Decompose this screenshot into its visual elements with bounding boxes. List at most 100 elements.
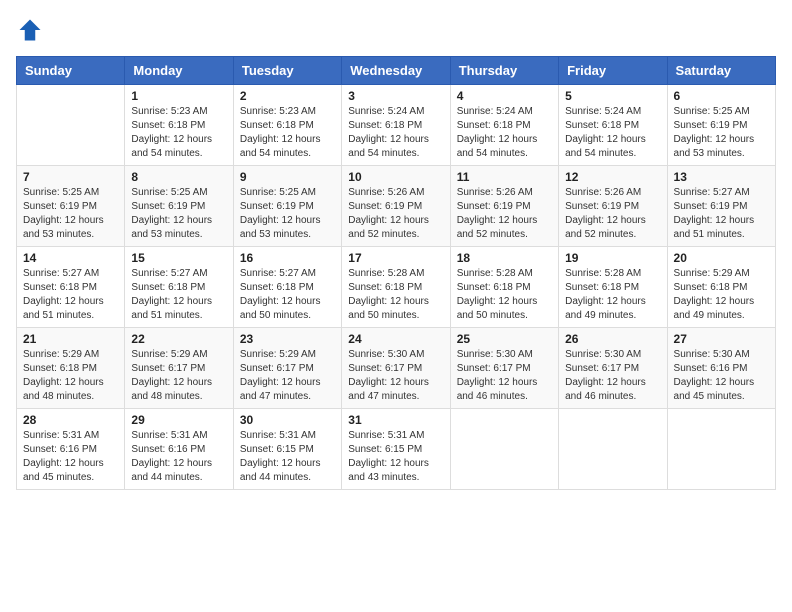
calendar-header-friday: Friday (559, 57, 667, 85)
calendar-header-row: SundayMondayTuesdayWednesdayThursdayFrid… (17, 57, 776, 85)
day-info: Sunrise: 5:31 AMSunset: 6:15 PMDaylight:… (240, 429, 335, 485)
day-number: 22 (131, 332, 226, 346)
calendar-cell: 5 Sunrise: 5:24 AMSunset: 6:18 PMDaylight… (559, 85, 667, 166)
day-number: 17 (348, 251, 443, 265)
calendar-cell: 31 Sunrise: 5:31 AMSunset: 6:15 PMDayligh… (342, 409, 450, 490)
calendar-cell: 8Sunrise: 5:25 AMSunset: 6:19 PMDaylight… (125, 166, 233, 247)
day-number: 16 (240, 251, 335, 265)
calendar-cell: 27 Sunrise: 5:30 AMSunset: 6:16 PMDayligh… (667, 328, 775, 409)
day-number: 6 (674, 89, 769, 103)
calendar-cell: 6 Sunrise: 5:25 AMSunset: 6:19 PMDaylight… (667, 85, 775, 166)
calendar-header-monday: Monday (125, 57, 233, 85)
calendar-header-tuesday: Tuesday (233, 57, 341, 85)
calendar-cell: 20 Sunrise: 5:29 AMSunset: 6:18 PMDayligh… (667, 247, 775, 328)
day-number: 2 (240, 89, 335, 103)
day-number: 24 (348, 332, 443, 346)
day-number: 3 (348, 89, 443, 103)
day-number: 27 (674, 332, 769, 346)
day-info: Sunrise: 5:31 AMSunset: 6:16 PMDaylight:… (23, 429, 118, 485)
calendar-cell: 11 Sunrise: 5:26 AMSunset: 6:19 PMDayligh… (450, 166, 558, 247)
day-number: 11 (457, 170, 552, 184)
day-info: Sunrise: 5:28 AMSunset: 6:18 PMDaylight:… (457, 267, 552, 323)
calendar-cell: 17 Sunrise: 5:28 AMSunset: 6:18 PMDayligh… (342, 247, 450, 328)
day-info: Sunrise: 5:30 AMSunset: 6:16 PMDaylight:… (674, 348, 769, 404)
calendar-header-sunday: Sunday (17, 57, 125, 85)
day-number: 15 (131, 251, 226, 265)
day-number: 31 (348, 413, 443, 427)
day-info: Sunrise: 5:29 AMSunset: 6:18 PMDaylight:… (23, 348, 118, 404)
day-number: 5 (565, 89, 660, 103)
day-info: Sunrise: 5:28 AMSunset: 6:18 PMDaylight:… (348, 267, 443, 323)
day-number: 7 (23, 170, 118, 184)
day-info: Sunrise: 5:23 AMSunset: 6:18 PMDaylight:… (240, 105, 335, 161)
day-info: Sunrise: 5:27 AMSunset: 6:19 PMDaylight:… (674, 186, 769, 242)
calendar-cell: 10 Sunrise: 5:26 AMSunset: 6:19 PMDayligh… (342, 166, 450, 247)
calendar-week-2: 14Sunrise: 5:27 AMSunset: 6:18 PMDayligh… (17, 247, 776, 328)
day-info: Sunrise: 5:30 AMSunset: 6:17 PMDaylight:… (348, 348, 443, 404)
calendar-table: SundayMondayTuesdayWednesdayThursdayFrid… (16, 56, 776, 490)
calendar-cell: 28Sunrise: 5:31 AMSunset: 6:16 PMDayligh… (17, 409, 125, 490)
day-number: 4 (457, 89, 552, 103)
day-info: Sunrise: 5:27 AMSunset: 6:18 PMDaylight:… (240, 267, 335, 323)
calendar-cell: 2 Sunrise: 5:23 AMSunset: 6:18 PMDaylight… (233, 85, 341, 166)
calendar-cell: 14Sunrise: 5:27 AMSunset: 6:18 PMDayligh… (17, 247, 125, 328)
day-info: Sunrise: 5:25 AMSunset: 6:19 PMDaylight:… (240, 186, 335, 242)
day-info: Sunrise: 5:27 AMSunset: 6:18 PMDaylight:… (131, 267, 226, 323)
day-info: Sunrise: 5:26 AMSunset: 6:19 PMDaylight:… (457, 186, 552, 242)
calendar-cell (17, 85, 125, 166)
day-number: 29 (131, 413, 226, 427)
calendar-cell: 4 Sunrise: 5:24 AMSunset: 6:18 PMDaylight… (450, 85, 558, 166)
calendar-cell: 30Sunrise: 5:31 AMSunset: 6:15 PMDayligh… (233, 409, 341, 490)
calendar-cell: 1 Sunrise: 5:23 AMSunset: 6:18 PMDaylight… (125, 85, 233, 166)
calendar-week-4: 28Sunrise: 5:31 AMSunset: 6:16 PMDayligh… (17, 409, 776, 490)
calendar-cell: 7 Sunrise: 5:25 AMSunset: 6:19 PMDaylight… (17, 166, 125, 247)
calendar-cell: 9Sunrise: 5:25 AMSunset: 6:19 PMDaylight… (233, 166, 341, 247)
calendar-cell: 24 Sunrise: 5:30 AMSunset: 6:17 PMDayligh… (342, 328, 450, 409)
calendar-week-1: 7 Sunrise: 5:25 AMSunset: 6:19 PMDaylight… (17, 166, 776, 247)
calendar-cell: 13 Sunrise: 5:27 AMSunset: 6:19 PMDayligh… (667, 166, 775, 247)
day-info: Sunrise: 5:24 AMSunset: 6:18 PMDaylight:… (565, 105, 660, 161)
day-number: 8 (131, 170, 226, 184)
day-info: Sunrise: 5:25 AMSunset: 6:19 PMDaylight:… (674, 105, 769, 161)
day-number: 20 (674, 251, 769, 265)
day-info: Sunrise: 5:24 AMSunset: 6:18 PMDaylight:… (348, 105, 443, 161)
calendar-header-thursday: Thursday (450, 57, 558, 85)
calendar-cell: 22Sunrise: 5:29 AMSunset: 6:17 PMDayligh… (125, 328, 233, 409)
calendar-cell (559, 409, 667, 490)
logo (16, 16, 48, 44)
day-info: Sunrise: 5:29 AMSunset: 6:17 PMDaylight:… (240, 348, 335, 404)
day-number: 18 (457, 251, 552, 265)
calendar-cell: 25 Sunrise: 5:30 AMSunset: 6:17 PMDayligh… (450, 328, 558, 409)
day-number: 13 (674, 170, 769, 184)
day-info: Sunrise: 5:30 AMSunset: 6:17 PMDaylight:… (565, 348, 660, 404)
calendar-cell (667, 409, 775, 490)
day-info: Sunrise: 5:26 AMSunset: 6:19 PMDaylight:… (565, 186, 660, 242)
calendar-cell (450, 409, 558, 490)
day-number: 23 (240, 332, 335, 346)
day-info: Sunrise: 5:31 AMSunset: 6:16 PMDaylight:… (131, 429, 226, 485)
calendar-cell: 16 Sunrise: 5:27 AMSunset: 6:18 PMDayligh… (233, 247, 341, 328)
day-info: Sunrise: 5:30 AMSunset: 6:17 PMDaylight:… (457, 348, 552, 404)
day-number: 1 (131, 89, 226, 103)
calendar-cell: 15 Sunrise: 5:27 AMSunset: 6:18 PMDayligh… (125, 247, 233, 328)
day-info: Sunrise: 5:23 AMSunset: 6:18 PMDaylight:… (131, 105, 226, 161)
calendar-week-0: 1 Sunrise: 5:23 AMSunset: 6:18 PMDaylight… (17, 85, 776, 166)
day-number: 25 (457, 332, 552, 346)
day-info: Sunrise: 5:25 AMSunset: 6:19 PMDaylight:… (23, 186, 118, 242)
day-number: 10 (348, 170, 443, 184)
calendar-cell: 21Sunrise: 5:29 AMSunset: 6:18 PMDayligh… (17, 328, 125, 409)
day-info: Sunrise: 5:31 AMSunset: 6:15 PMDaylight:… (348, 429, 443, 485)
day-info: Sunrise: 5:26 AMSunset: 6:19 PMDaylight:… (348, 186, 443, 242)
day-info: Sunrise: 5:28 AMSunset: 6:18 PMDaylight:… (565, 267, 660, 323)
calendar-cell: 23 Sunrise: 5:29 AMSunset: 6:17 PMDayligh… (233, 328, 341, 409)
day-info: Sunrise: 5:29 AMSunset: 6:18 PMDaylight:… (674, 267, 769, 323)
day-info: Sunrise: 5:24 AMSunset: 6:18 PMDaylight:… (457, 105, 552, 161)
calendar-cell: 3 Sunrise: 5:24 AMSunset: 6:18 PMDaylight… (342, 85, 450, 166)
calendar-header-wednesday: Wednesday (342, 57, 450, 85)
calendar-cell: 18 Sunrise: 5:28 AMSunset: 6:18 PMDayligh… (450, 247, 558, 328)
logo-icon (16, 16, 44, 44)
calendar-cell: 26Sunrise: 5:30 AMSunset: 6:17 PMDayligh… (559, 328, 667, 409)
calendar-cell: 12Sunrise: 5:26 AMSunset: 6:19 PMDayligh… (559, 166, 667, 247)
day-info: Sunrise: 5:27 AMSunset: 6:18 PMDaylight:… (23, 267, 118, 323)
calendar-cell: 29 Sunrise: 5:31 AMSunset: 6:16 PMDayligh… (125, 409, 233, 490)
